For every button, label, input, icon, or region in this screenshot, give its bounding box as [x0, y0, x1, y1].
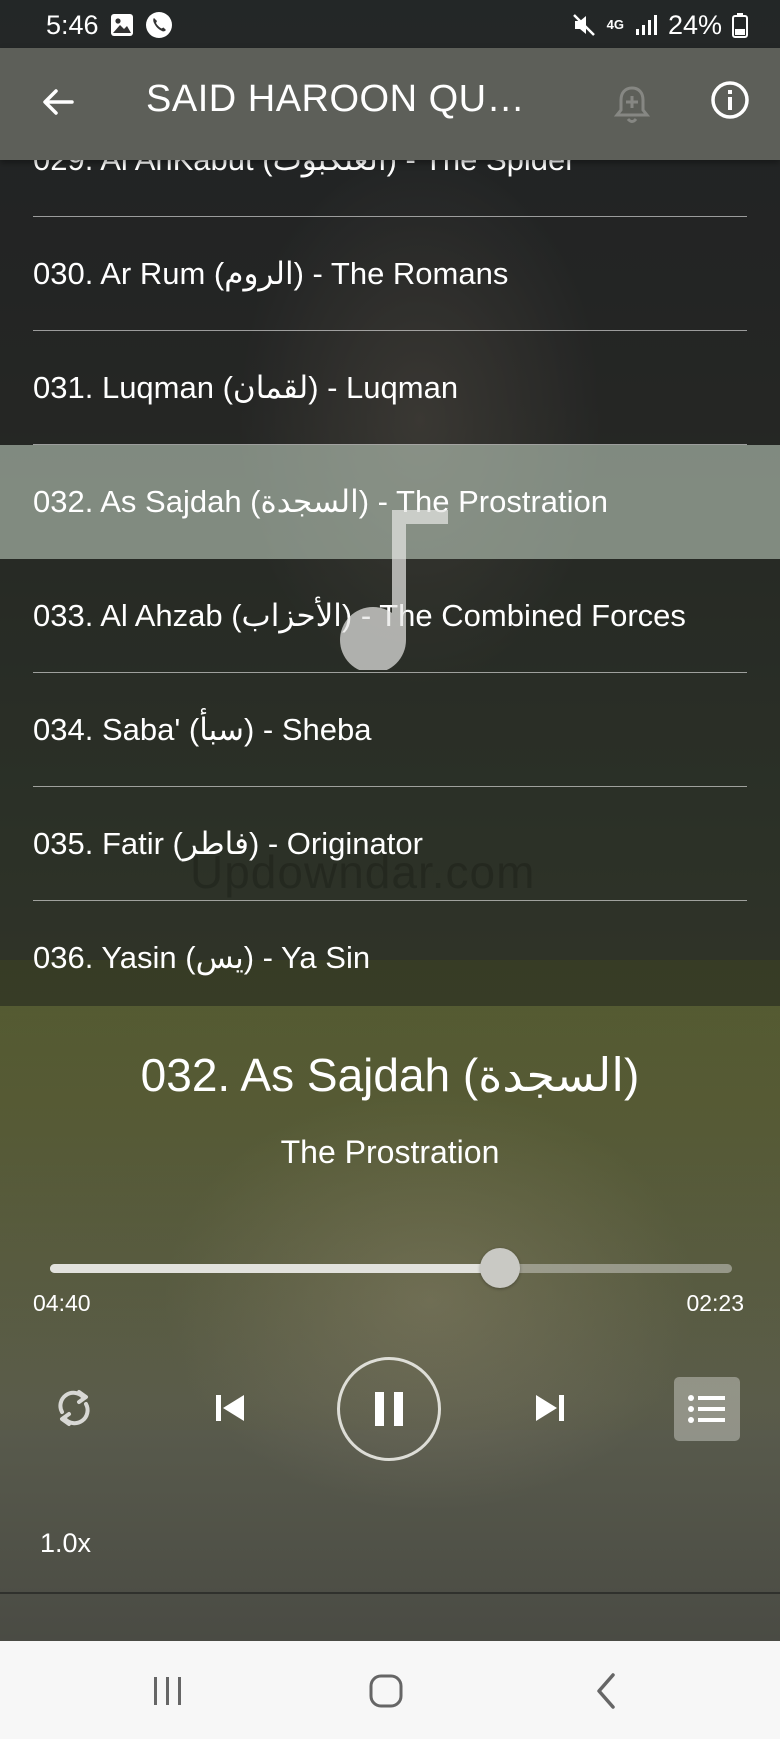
pause-button[interactable]: [337, 1357, 441, 1461]
bell-plus-icon: [613, 86, 651, 123]
list-item[interactable]: 033. Al Ahzab (الأحزاب) - The Combined F…: [0, 559, 780, 673]
repeat-button[interactable]: [50, 1384, 98, 1432]
now-playing-subtitle: The Prostration: [280, 1134, 500, 1170]
system-nav-bar: [0, 1641, 780, 1739]
list-item-active[interactable]: 032. As Sajdah (السجدة) - The Prostratio…: [0, 445, 780, 559]
home-button[interactable]: [364, 1669, 408, 1713]
list-item[interactable]: 035. Fatir (فاطر) - Originator: [0, 787, 780, 901]
playback-speed[interactable]: 1.0x: [40, 1528, 91, 1559]
playlist-icon: [688, 1395, 725, 1423]
list-item-label: 035. Fatir (فاطر) - Originator: [33, 826, 423, 861]
home-icon: [369, 1674, 403, 1708]
seek-bar[interactable]: [50, 1248, 732, 1288]
list-item-label: 030. Ar Rum (الروم) - The Romans: [33, 256, 509, 291]
next-button[interactable]: [530, 1388, 570, 1428]
app-bar: SAID HAROON QUR...: [0, 48, 780, 160]
list-item-label: 036. Yasin (يس) - Ya Sin: [33, 940, 371, 975]
now-playing-title: 032. As Sajdah (السجدة): [140, 1049, 640, 1101]
list-item[interactable]: 029. Al AnKabut (العنكبوت) - The Spider: [0, 160, 780, 217]
list-item[interactable]: 036. Yasin (يس) - Ya Sin: [0, 901, 780, 1006]
arrow-left-icon: [43, 89, 74, 115]
recents-icon: [154, 1677, 181, 1705]
list-item-label: 029. Al AnKabut (العنكبوت) - The Spider: [33, 160, 576, 178]
seek-progress: [50, 1264, 501, 1273]
recents-button[interactable]: [146, 1669, 190, 1713]
list-item-label: 034. Saba' (سبأ) - Sheba: [33, 712, 372, 747]
info-icon: [711, 81, 749, 119]
signal-icon: [634, 13, 658, 37]
list-item-label: 033. Al Ahzab (الأحزاب) - The Combined F…: [33, 598, 686, 633]
divider: [0, 1592, 780, 1594]
network-label: 4G: [606, 17, 624, 32]
gallery-icon: [109, 12, 135, 38]
seek-thumb[interactable]: [480, 1248, 521, 1288]
pause-icon: [375, 1392, 403, 1426]
repeat-icon: [58, 1390, 90, 1426]
list-item[interactable]: 031. Luqman (لقمان) - Luqman: [0, 331, 780, 445]
back-button[interactable]: [36, 80, 80, 124]
skip-previous-icon: [216, 1395, 244, 1421]
list-item[interactable]: 034. Saba' (سبأ) - Sheba: [0, 673, 780, 787]
playlist-button[interactable]: [674, 1377, 740, 1441]
battery-percent: 24%: [667, 9, 722, 40]
surah-list[interactable]: 029. Al AnKabut (العنكبوت) - The Spider 0…: [0, 160, 780, 1006]
battery-icon: [732, 12, 748, 38]
previous-button[interactable]: [210, 1388, 250, 1428]
network-type: 4G: [606, 17, 624, 32]
status-bar: 5:46 4G 24%: [0, 0, 780, 50]
surah-list-items: 029. Al AnKabut (العنكبوت) - The Spider 0…: [0, 160, 780, 1006]
skip-next-icon: [536, 1395, 564, 1421]
remaining-time: 02:23: [686, 1290, 744, 1316]
system-back-button[interactable]: [585, 1669, 629, 1713]
list-item-label: 032. As Sajdah (السجدة) - The Prostratio…: [33, 484, 608, 519]
list-item-label: 031. Luqman (لقمان) - Luqman: [33, 370, 459, 405]
chevron-left-icon: [597, 1673, 615, 1709]
info-button[interactable]: [708, 78, 752, 122]
phone-call-icon: [145, 11, 173, 39]
status-time: 5:46: [46, 9, 99, 40]
notification-button[interactable]: [612, 84, 652, 126]
status-right: 4G 24%: [571, 10, 748, 41]
status-left: 5:46: [46, 10, 173, 41]
mute-icon: [571, 12, 597, 38]
elapsed-time: 04:40: [33, 1290, 91, 1316]
list-item[interactable]: 030. Ar Rum (الروم) - The Romans: [0, 217, 780, 331]
app-title: SAID HAROON QUR...: [146, 78, 546, 120]
